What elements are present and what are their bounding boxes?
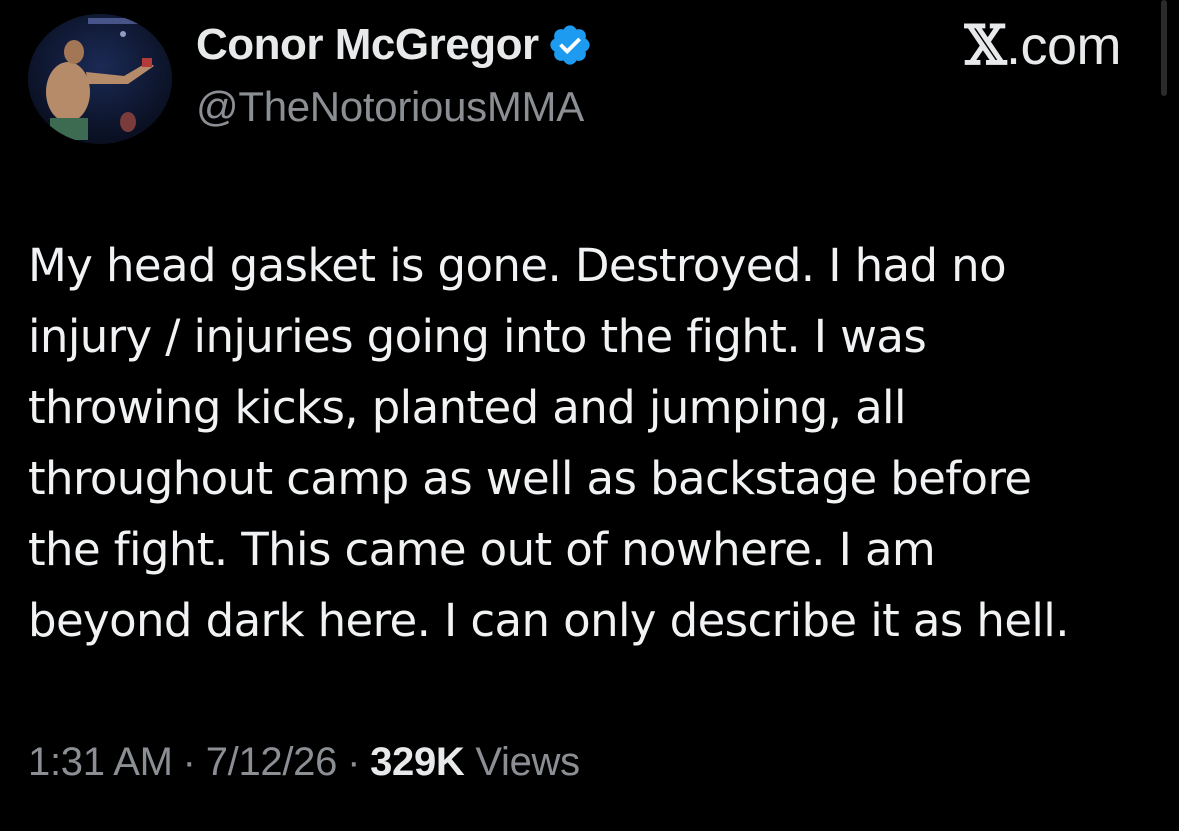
views-label: Views <box>475 740 580 784</box>
tweet-meta: 1:31 AM · 7/12/26 · 329K Views <box>28 742 580 782</box>
views-count[interactable]: 329K <box>370 740 465 784</box>
brand-domain: .com <box>1005 16 1122 76</box>
tweet-line: injury / injuries going into the fight. … <box>28 310 927 363</box>
meta-separator: · <box>182 740 196 784</box>
tweet-line: throughout camp as well as backstage bef… <box>28 452 1032 505</box>
verified-badge-icon <box>549 25 590 65</box>
profile-photo-icon <box>28 14 172 144</box>
tweet-date[interactable]: 7/12/26 <box>206 740 338 784</box>
tweet-line: the fight. This came out of nowhere. I a… <box>28 523 936 576</box>
tweet-line: throwing kicks, planted and jumping, all <box>28 381 906 434</box>
tweet-line: My head gasket is gone. Destroyed. I had… <box>28 239 1007 292</box>
avatar[interactable] <box>28 14 172 144</box>
name-row: Conor McGregor <box>196 18 593 72</box>
x-logo-icon: 𝕏 <box>964 13 1007 77</box>
brand-logo: 𝕏.com <box>965 16 1122 76</box>
tweet-line: beyond dark here. I can only describe it… <box>28 594 1070 647</box>
meta-separator: · <box>347 740 361 784</box>
display-name[interactable]: Conor McGregor <box>196 23 539 67</box>
tweet-time[interactable]: 1:31 AM <box>28 740 173 784</box>
scrollbar[interactable] <box>1161 0 1167 96</box>
tweet-text: My head gasket is gone. Destroyed. I had… <box>28 230 1153 656</box>
user-handle[interactable]: @TheNotoriousMMA <box>196 86 593 128</box>
tweet-header: Conor McGregor @TheNotoriousMMA <box>196 18 593 128</box>
